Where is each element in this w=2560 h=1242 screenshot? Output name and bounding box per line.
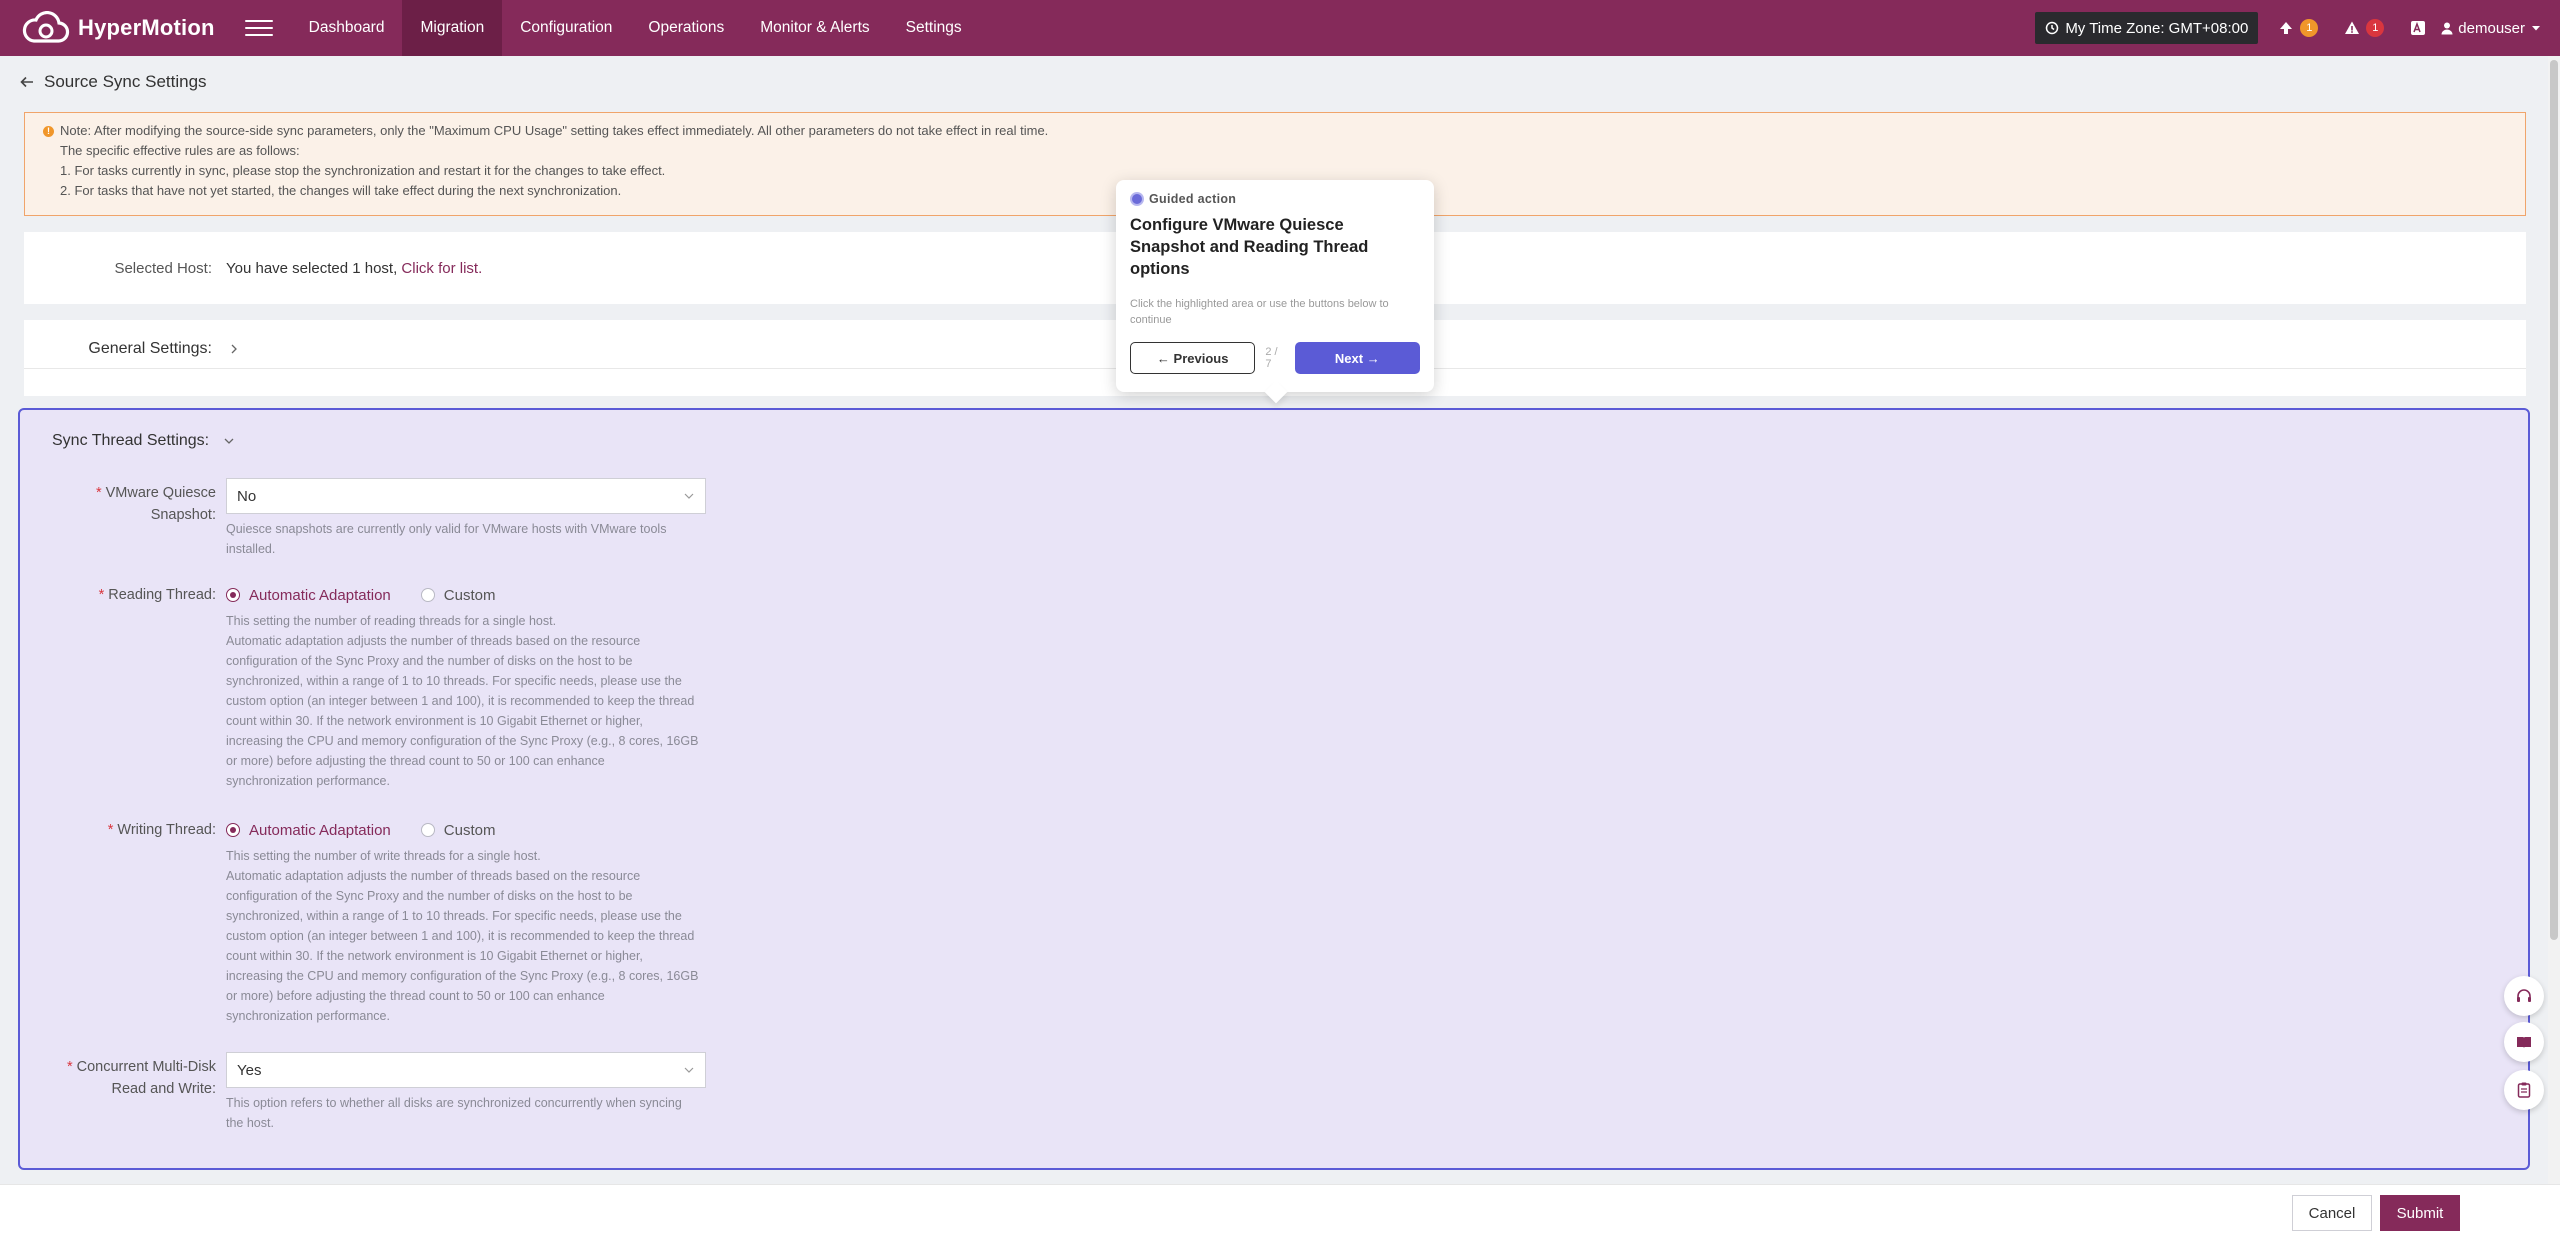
note-line-1: Note: After modifying the source-side sy…: [60, 123, 1049, 138]
float-tool-2[interactable]: [2504, 1022, 2544, 1062]
caret-down-icon: [2532, 26, 2540, 31]
guide-step-counter: 2 / 7: [1265, 346, 1278, 370]
sync-thread-settings-title: Sync Thread Settings:: [52, 432, 210, 449]
multi-disk-select[interactable]: Yes: [226, 1052, 706, 1088]
book-icon: [2517, 1037, 2531, 1048]
main-nav: Dashboard Migration Configuration Operat…: [291, 0, 980, 56]
writing-thread-label: * Writing Thread:: [107, 822, 216, 838]
reading-thread-custom-radio[interactable]: Custom: [420, 587, 495, 604]
reading-thread-radio-group: Automatic Adaptation Custom: [226, 584, 706, 606]
chevron-down-icon: [684, 493, 694, 499]
quiesce-snapshot-field: * VMware Quiesce Snapshot: No Quiesce sna…: [20, 478, 706, 559]
reading-thread-auto-radio[interactable]: Automatic Adaptation: [226, 587, 391, 604]
writing-thread-radio-group: Automatic Adaptation Custom: [226, 819, 706, 841]
guide-description: Click the highlighted area or use the bu…: [1130, 298, 1389, 326]
selected-host-label: Selected Host:: [114, 259, 212, 277]
nav-dashboard[interactable]: Dashboard: [291, 0, 403, 56]
back-arrow-icon[interactable]: [18, 73, 36, 91]
guide-previous-button[interactable]: ← Previous: [1130, 342, 1256, 374]
menu-toggle-icon[interactable]: [244, 14, 273, 42]
arrow-up-icon: [2280, 22, 2293, 34]
nav-configuration[interactable]: Configuration: [502, 0, 630, 56]
note-line-3: 1. For tasks currently in sync, please s…: [60, 163, 666, 178]
reading-thread-help: This setting the number of reading threa…: [226, 614, 699, 788]
cloud-logo-icon: [22, 11, 70, 43]
writing-thread-custom-radio[interactable]: Custom: [420, 822, 495, 839]
reading-thread-field: * Reading Thread: Automatic Adaptation Cu…: [20, 584, 706, 791]
clock-icon: [2046, 21, 2059, 35]
brand[interactable]: HyperMotion: [22, 0, 215, 56]
timezone-button[interactable]: My Time Zone: GMT+08:00: [2035, 12, 2259, 44]
nav-settings[interactable]: Settings: [888, 0, 980, 56]
alert-badge: 1: [2366, 19, 2385, 37]
general-settings-header[interactable]: General Settings:: [24, 340, 240, 358]
quiesce-snapshot-select[interactable]: No: [226, 478, 706, 514]
selected-host-text: You have selected 1 host,: [226, 259, 398, 277]
headset-icon: [2517, 989, 2531, 1002]
alerts-button[interactable]: 1: [2344, 19, 2385, 37]
username: demouser: [2458, 19, 2525, 37]
brand-name: HyperMotion: [78, 15, 215, 40]
selected-host-value: You have selected 1 host, Click for list…: [226, 260, 482, 277]
sync-thread-settings-section[interactable]: Sync Thread Settings: * VMware Quiesce Sn…: [18, 408, 2530, 1170]
language-button[interactable]: [2410, 20, 2426, 36]
guide-tag: Guided action: [1130, 192, 1420, 206]
guide-next-button[interactable]: Next →: [1294, 342, 1420, 374]
page-title: Source Sync Settings: [44, 72, 207, 91]
chevron-down-icon[interactable]: [223, 435, 235, 447]
sync-thread-settings-header[interactable]: Sync Thread Settings:: [52, 432, 235, 450]
user-icon: [2441, 22, 2453, 35]
float-tool-3[interactable]: [2504, 1070, 2544, 1110]
quiesce-snapshot-value: No: [237, 487, 257, 505]
page-header: Source Sync Settings: [18, 72, 207, 92]
multi-disk-label: * Concurrent Multi-Disk Read and Write:: [66, 1059, 216, 1097]
scrollbar-thumb[interactable]: [2550, 60, 2558, 940]
chevron-down-icon: [684, 1067, 694, 1073]
top-navigation-bar: HyperMotion Dashboard Migration Configur…: [0, 0, 2560, 56]
multi-disk-value: Yes: [237, 1061, 262, 1079]
general-settings-title: General Settings:: [88, 340, 212, 357]
nav-migration[interactable]: Migration: [402, 0, 503, 56]
float-tool-1[interactable]: [2504, 976, 2544, 1016]
translate-icon: [2411, 21, 2426, 35]
quiesce-snapshot-label: * VMware Quiesce Snapshot:: [95, 485, 216, 523]
info-icon: !: [43, 125, 54, 137]
guide-popover: Guided action Configure VMware Quiesce S…: [1116, 180, 1434, 392]
nav-operations[interactable]: Operations: [630, 0, 742, 56]
host-list-link[interactable]: Click for list.: [401, 260, 482, 277]
writing-thread-help: This setting the number of write threads…: [226, 849, 699, 1023]
submit-button[interactable]: Submit: [2380, 1195, 2460, 1231]
multi-disk-field: * Concurrent Multi-Disk Read and Write: Y…: [20, 1052, 706, 1133]
timezone-text: My Time Zone: GMT+08:00: [2065, 19, 2249, 37]
guide-title: Configure VMware Quiesce Snapshot and Re…: [1130, 216, 1369, 278]
reading-thread-label: * Reading Thread:: [98, 587, 216, 603]
upload-tasks-button[interactable]: 1: [2278, 19, 2319, 37]
user-menu[interactable]: demouser: [2440, 20, 2546, 37]
warning-icon: [2345, 21, 2360, 34]
quiesce-snapshot-help: Quiesce snapshots are currently only val…: [226, 522, 667, 556]
multi-disk-help: This option refers to whether all disks …: [226, 1096, 682, 1130]
note-line-2: The specific effective rules are as foll…: [60, 143, 300, 158]
cancel-button[interactable]: Cancel: [2292, 1195, 2372, 1231]
nav-monitor-alerts[interactable]: Monitor & Alerts: [742, 0, 887, 56]
chevron-right-icon[interactable]: [228, 343, 240, 355]
writing-thread-field: * Writing Thread: Automatic Adaptation Cu…: [20, 819, 706, 1026]
writing-thread-auto-radio[interactable]: Automatic Adaptation: [226, 822, 391, 839]
guide-dot-icon: [1130, 192, 1144, 206]
clipboard-icon: [2517, 1082, 2531, 1098]
form-footer: Cancel Submit: [0, 1184, 2560, 1242]
guide-actions: ← Previous 2 / 7 Next →: [1130, 342, 1420, 374]
top-right-tools: My Time Zone: GMT+08:00 1 1 demouser: [2035, 0, 2560, 56]
upload-badge: 1: [2300, 19, 2319, 37]
